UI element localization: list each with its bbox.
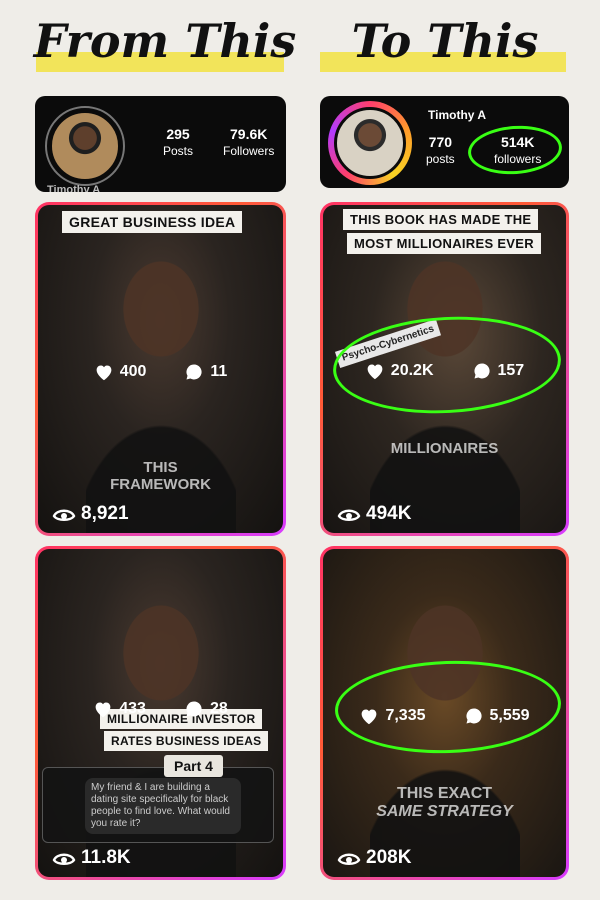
after-profile-card: Timothy A 770 posts 514K followers: [320, 96, 569, 188]
heart-icon: [93, 700, 113, 718]
likes-count: 400: [119, 363, 147, 380]
after-post-2[interactable]: THIS EXACT SAME STRATEGY 7,335 5,559 208…: [320, 546, 569, 880]
views-count: 208K: [366, 847, 412, 868]
post-views: 8,921: [52, 503, 129, 525]
eye-icon: [52, 849, 76, 867]
before-posts-label: Posts: [163, 144, 194, 158]
before-followers-count: 79.6K: [230, 126, 268, 142]
comment-icon: [184, 362, 204, 382]
before-followers-stat[interactable]: 79.6K Followers: [223, 126, 274, 158]
likes: 433: [93, 699, 146, 719]
likes-count: 433: [119, 700, 146, 717]
before-profile-name: Timothy A: [47, 184, 101, 192]
post-overlay-text: MILLIONAIRES: [390, 440, 499, 457]
heading-to-this: To This: [351, 14, 539, 68]
before-posts-stat[interactable]: 295 Posts: [163, 126, 193, 158]
metrics-highlight-circle: [333, 657, 563, 757]
after-avatar[interactable]: [334, 107, 406, 179]
comments-count: 28: [209, 700, 228, 717]
eye-icon: [337, 849, 361, 867]
heading-from-this: From This: [33, 14, 297, 68]
after-posts-stat[interactable]: 770 posts: [426, 134, 455, 166]
views-count: 494K: [366, 503, 412, 524]
post-overlay-text: THIS EXACT SAME STRATEGY: [323, 785, 566, 821]
before-post-1[interactable]: GREAT BUSINESS IDEA THIS FRAMEWORK 400 1…: [35, 202, 286, 536]
dm-screenshot: My friend & I are building a dating site…: [42, 767, 274, 843]
likes: 400: [94, 362, 147, 382]
comment-icon: [184, 699, 204, 719]
after-avatar-story-ring: [328, 101, 412, 185]
post-views: 11.8K: [52, 847, 131, 869]
before-avatar-ring: [45, 106, 125, 186]
after-post-1[interactable]: THIS BOOK HAS MADE THE MOST MILLIONAIRES…: [320, 202, 569, 536]
after-posts-count: 770: [428, 134, 453, 150]
post-metrics: 433 28: [38, 699, 283, 719]
post-overlay-text: THIS FRAMEWORK: [38, 459, 283, 493]
post-views: 208K: [337, 847, 411, 869]
overlay-line: THIS EXACT: [396, 785, 493, 802]
post-caption: GREAT BUSINESS IDEA: [62, 211, 243, 233]
comments: 11: [184, 362, 227, 382]
before-profile-card: 295 Posts 79.6K Followers Timothy A: [35, 96, 286, 192]
views-count: 8,921: [81, 503, 129, 524]
metrics-highlight-circle: [330, 311, 564, 419]
before-post-2[interactable]: MILLIONAIRE INVESTOR RATES BUSINESS IDEA…: [35, 546, 286, 880]
part-label: Part 4: [164, 755, 223, 777]
before-posts-count: 295: [166, 126, 190, 142]
post-metrics: 400 11: [38, 362, 283, 382]
post-caption-line-2: RATES BUSINESS IDEAS: [104, 731, 269, 751]
post-views: 494K: [337, 503, 411, 525]
dm-message: My friend & I are building a dating site…: [85, 778, 241, 834]
before-avatar[interactable]: [49, 110, 121, 182]
followers-highlight-circle: [466, 122, 564, 178]
heart-icon: [94, 363, 114, 381]
overlay-line: SAME STRATEGY: [376, 803, 513, 820]
comments: 28: [184, 699, 228, 719]
eye-icon: [52, 505, 76, 523]
views-count: 11.8K: [81, 847, 131, 868]
post-caption-line-1: THIS BOOK HAS MADE THE: [343, 209, 539, 230]
overlay-line: THIS: [143, 459, 178, 476]
after-profile-name: Timothy A: [428, 108, 487, 122]
overlay-line: FRAMEWORK: [110, 476, 211, 493]
before-followers-label: Followers: [223, 144, 275, 158]
eye-icon: [337, 505, 361, 523]
post-caption-line-2: MOST MILLIONAIRES EVER: [347, 233, 541, 254]
comments-count: 11: [210, 363, 228, 380]
after-posts-label: posts: [426, 152, 455, 166]
